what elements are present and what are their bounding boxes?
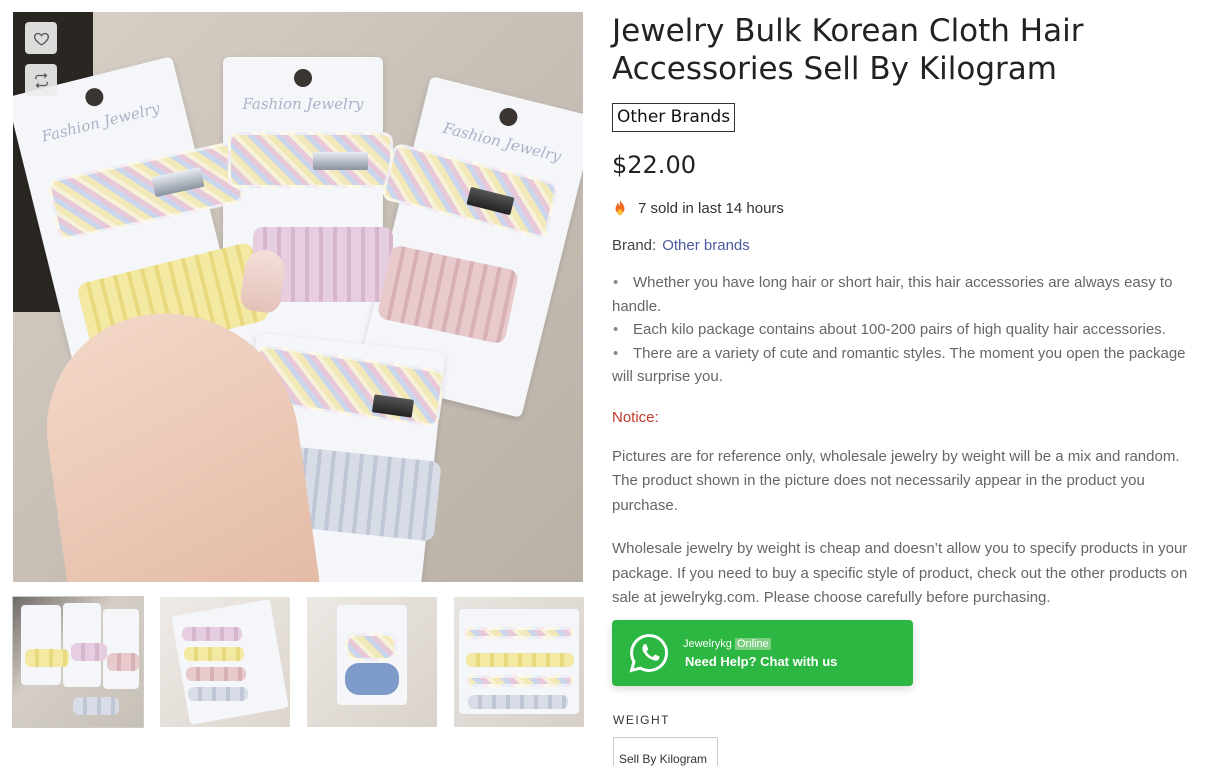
thumb-denim-clip — [345, 663, 399, 695]
card-hole — [294, 69, 312, 87]
thumb-scrunchie — [25, 649, 69, 667]
brand-tag[interactable]: Other Brands — [612, 103, 736, 132]
thumb-card — [103, 609, 139, 689]
brand-link[interactable]: Other brands — [662, 237, 750, 254]
thumbnail-2[interactable] — [160, 597, 290, 727]
description-bullets: Whether you have long hair or short hair… — [612, 271, 1197, 389]
brand-line: Brand: Other brands — [612, 237, 1197, 254]
thumbnail-3[interactable] — [307, 597, 437, 727]
thumb-card — [171, 599, 289, 725]
whatsapp-header: Jewelrykg Online — [683, 637, 837, 651]
thumbnail-strip — [12, 596, 584, 728]
whatsapp-name: Jewelrykg — [683, 638, 732, 650]
brand-label: Brand: — [612, 237, 657, 254]
floral-clip — [228, 132, 393, 188]
whatsapp-chat-button[interactable]: Jewelrykg Online Need Help? Chat with us — [612, 620, 913, 686]
weight-label: WEIGHT — [613, 713, 670, 727]
thumb-scrunchie — [184, 647, 244, 661]
bullet-item: Each kilo package contains about 100-200… — [612, 318, 1197, 342]
card-hole — [83, 86, 106, 109]
product-price: $22.00 — [612, 151, 696, 179]
bullet-item: Whether you have long hair or short hair… — [612, 271, 1197, 318]
thumbnail-4[interactable] — [454, 597, 584, 727]
notice-label: Notice: — [612, 408, 659, 426]
weight-option-kilogram[interactable]: Sell By Kilogram — [613, 737, 718, 766]
thumb-floral-clip — [464, 627, 574, 639]
thumb-card — [21, 605, 61, 685]
thumb-scrunchie — [186, 667, 246, 681]
bullet-item: There are a variety of cute and romantic… — [612, 342, 1197, 389]
whatsapp-text: Jewelrykg Online Need Help? Chat with us — [683, 637, 837, 669]
title-line-2: Accessories Sell By Kilogram — [612, 51, 1057, 87]
sold-indicator: 7 sold in last 14 hours — [612, 199, 1197, 217]
thumb-scrunchie — [188, 687, 248, 701]
fire-icon — [615, 199, 625, 216]
product-info: Jewelry Bulk Korean Cloth Hair Accessori… — [612, 12, 1197, 611]
compare-button[interactable] — [25, 64, 57, 96]
thumb-floral-clip — [345, 633, 397, 661]
metal-clasp — [313, 152, 368, 170]
thumb-scrunchie — [107, 653, 139, 671]
heart-icon — [33, 32, 49, 46]
wishlist-button[interactable] — [25, 22, 57, 54]
product-title: Jewelry Bulk Korean Cloth Hair Accessori… — [612, 12, 1197, 88]
thumb-scrunchie — [182, 627, 242, 641]
card-script-text: Fashion Jewelry — [242, 95, 364, 113]
notice-paragraph-2: Wholesale jewelry by weight is cheap and… — [612, 540, 1188, 606]
thumb-scrunchie — [466, 653, 574, 667]
whatsapp-icon — [629, 634, 668, 673]
sold-text: 7 sold in last 14 hours — [638, 199, 784, 217]
thumb-floral-clip — [466, 675, 574, 687]
thumb-scrunchie — [71, 643, 107, 661]
thumbnail-1[interactable] — [12, 596, 144, 728]
main-product-image[interactable]: Fashion Jewelry Fashion Jewelry Fashion … — [13, 12, 583, 582]
thumb-scrunchie — [73, 697, 119, 715]
whatsapp-cta: Need Help? Chat with us — [685, 654, 838, 669]
thumb-scrunchie — [468, 695, 568, 709]
card-hole — [497, 106, 520, 128]
title-line-1: Jewelry Bulk Korean Cloth Hair — [612, 13, 1084, 49]
compare-icon — [34, 72, 48, 88]
notice-paragraph-1: Pictures are for reference only, wholesa… — [612, 447, 1180, 514]
online-badge: Online — [734, 638, 771, 650]
